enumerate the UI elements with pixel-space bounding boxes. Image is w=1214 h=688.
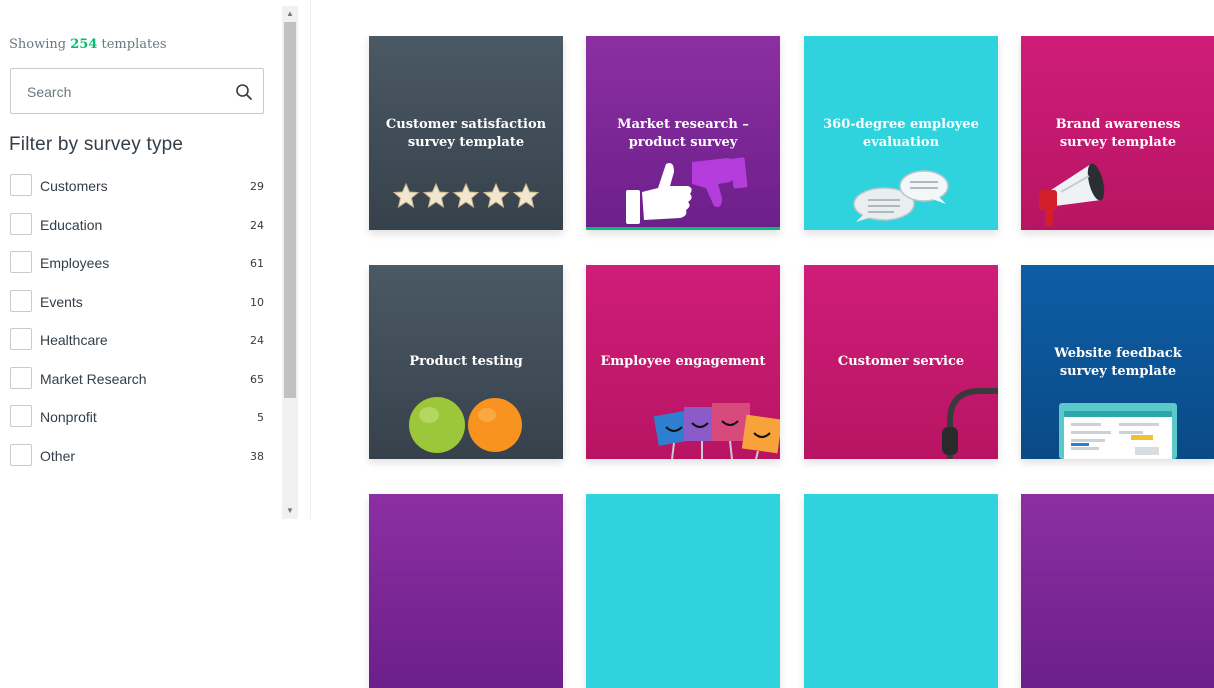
filter-item-customers[interactable]: Customers 29 (10, 174, 266, 213)
thumbs-up-down-icon (626, 157, 748, 224)
template-card[interactable] (1021, 494, 1214, 688)
filter-checkbox[interactable] (10, 174, 32, 196)
card-title: Website feedback survey template (1054, 346, 1182, 379)
filter-label: Customers (40, 178, 108, 194)
filter-item-market-research[interactable]: Market Research 65 (10, 366, 266, 406)
results-count: Showing 254 templates (9, 37, 167, 52)
browser-window-icon (1059, 403, 1177, 459)
card-title: Market research – product survey (617, 117, 749, 150)
results-count-prefix: Showing (9, 37, 67, 52)
filter-count: 29 (250, 180, 264, 193)
template-card[interactable] (804, 494, 998, 688)
filter-count: 61 (250, 257, 264, 270)
filter-label: Events (40, 293, 83, 310)
card-title: Brand awareness survey template (1055, 117, 1181, 150)
filter-item-events[interactable]: Events 10 (10, 289, 266, 329)
apple-orange-icon (409, 391, 522, 453)
scrollbar-thumb[interactable] (284, 22, 296, 398)
filter-count: 38 (250, 449, 264, 463)
card-title: Customer satisfaction survey template (385, 117, 547, 150)
filter-checkbox[interactable] (10, 212, 32, 235)
speech-bubbles-icon (853, 170, 949, 222)
filter-label: Education (40, 216, 103, 233)
filter-item-healthcare[interactable]: Healthcare 24 (10, 328, 266, 367)
filter-list: Customers 29 Education 24 Employees 61 E… (10, 174, 266, 482)
filter-sidebar: Showing 254 templates Filter by survey t… (0, 0, 300, 519)
filter-label: Nonprofit (40, 409, 97, 425)
template-card-brand-awareness[interactable]: Brand awareness survey template (1021, 36, 1214, 230)
card-title: Customer service (837, 354, 965, 369)
filter-heading: Filter by survey type (9, 134, 184, 155)
filter-checkbox[interactable] (10, 405, 32, 427)
template-card-website-feedback[interactable]: Website feedback survey template (1021, 265, 1214, 459)
filter-label: Healthcare (40, 332, 108, 348)
search-input[interactable] (25, 69, 229, 115)
active-card-underline (586, 227, 780, 230)
search-icon[interactable] (235, 83, 253, 101)
scroll-down-arrow-icon[interactable]: ▼ (285, 506, 295, 516)
template-card[interactable] (369, 494, 563, 688)
sidebar-divider (310, 0, 311, 519)
megaphone-icon (1039, 163, 1105, 226)
card-title: 360-degree employee evaluation (823, 117, 979, 150)
filter-count: 5 (257, 411, 264, 424)
filter-checkbox[interactable] (10, 366, 32, 389)
template-card-employee-engagement[interactable]: Employee engagement (586, 265, 780, 459)
template-card-360-employee[interactable]: 360-degree employee evaluation (804, 36, 998, 230)
filter-label: Other (40, 447, 76, 464)
happy-clips-icon (653, 403, 780, 459)
filter-item-nonprofit[interactable]: Nonprofit 5 (10, 405, 266, 444)
filter-checkbox[interactable] (10, 289, 32, 312)
filter-item-education[interactable]: Education 24 (10, 212, 266, 252)
filter-count: 10 (250, 295, 264, 309)
filter-count: 24 (250, 334, 264, 347)
filter-checkbox[interactable] (10, 443, 32, 466)
template-card-market-research[interactable]: Market research – product survey (586, 36, 780, 230)
sidebar-scrollbar[interactable]: ▲ ▼ (282, 6, 298, 519)
card-title: Employee engagement (600, 354, 766, 369)
search-box (10, 68, 264, 115)
template-card[interactable] (586, 494, 780, 688)
scroll-up-arrow-icon[interactable]: ▲ (285, 9, 295, 19)
results-count-number: 254 (70, 37, 98, 52)
filter-label: Market Research (40, 370, 147, 387)
filter-count: 24 (250, 218, 264, 232)
template-card-product-testing[interactable]: Product testing (369, 265, 563, 459)
filter-count: 65 (250, 372, 264, 386)
filter-item-employees[interactable]: Employees 61 (10, 251, 266, 290)
results-count-suffix: templates (101, 37, 167, 52)
filter-checkbox[interactable] (10, 251, 32, 273)
headset-icon (942, 388, 998, 459)
filter-item-other[interactable]: Other 38 (10, 443, 266, 483)
filter-checkbox[interactable] (10, 328, 32, 350)
card-title: Product testing (409, 354, 523, 369)
template-card-customer-service[interactable]: Customer service (804, 265, 998, 459)
filter-label: Employees (40, 255, 110, 271)
five-stars-icon (393, 182, 539, 209)
template-card-customer-satisfaction[interactable]: Customer satisfaction survey template (369, 36, 563, 230)
